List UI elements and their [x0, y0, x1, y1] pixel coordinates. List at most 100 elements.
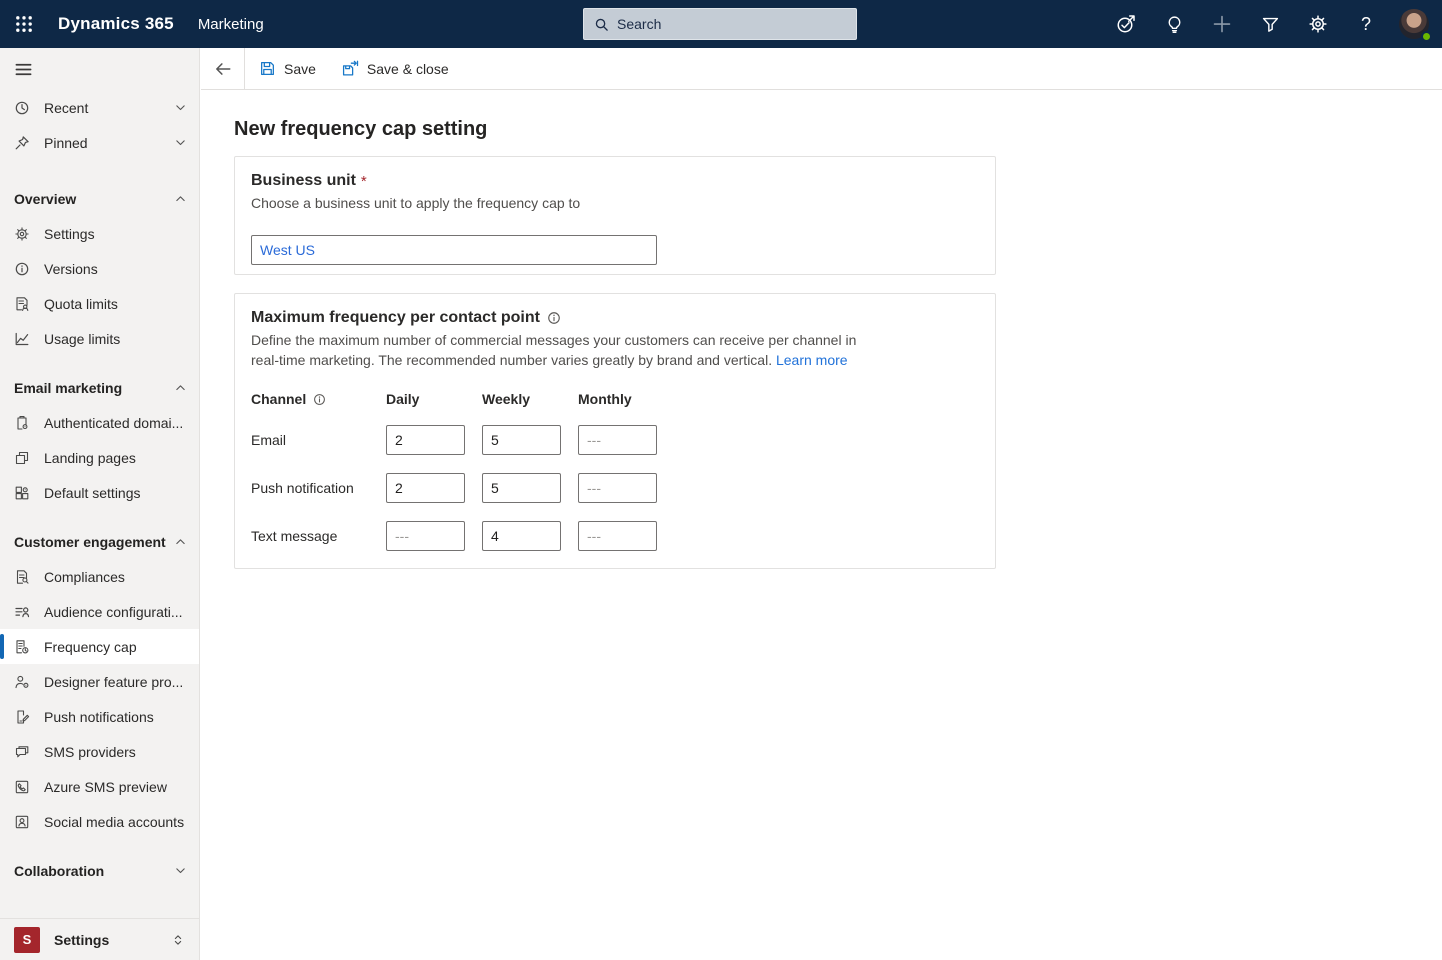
chevron-down-icon	[174, 864, 187, 877]
settings-gear-icon[interactable]	[1294, 0, 1342, 48]
sidebar-section-overview[interactable]: Overview	[0, 181, 199, 216]
chevron-up-icon	[174, 535, 187, 548]
up-down-chevrons-icon	[171, 933, 185, 947]
sidebar-item-designer-feature-protection[interactable]: Designer feature pro...	[0, 664, 199, 699]
sidebar-item-label: Recent	[44, 100, 174, 116]
area-label: Settings	[54, 932, 171, 948]
area-switcher[interactable]: S Settings	[0, 918, 199, 960]
frequency-cap-icon	[14, 639, 30, 655]
sidebar-item-pinned[interactable]: Pinned	[0, 125, 199, 160]
help-icon[interactable]: ?	[1342, 0, 1390, 48]
person-card-icon	[14, 814, 30, 830]
clock-icon	[14, 100, 30, 116]
frequency-cap-title: Maximum frequency per contact point	[251, 309, 540, 327]
business-unit-description: Choose a business unit to apply the freq…	[251, 194, 859, 214]
sidebar-item-versions[interactable]: Versions	[0, 251, 199, 286]
email-daily-input[interactable]	[386, 425, 465, 455]
sidebar-item-compliances[interactable]: Compliances	[0, 559, 199, 594]
sidebar-item-sms-providers[interactable]: SMS providers	[0, 734, 199, 769]
search-input[interactable]	[617, 16, 837, 32]
add-icon[interactable]	[1198, 0, 1246, 48]
save-close-label: Save & close	[367, 61, 449, 77]
sidebar-item-usage-limits[interactable]: Usage limits	[0, 321, 199, 356]
sidebar-section-email-marketing[interactable]: Email marketing	[0, 370, 199, 405]
sidebar-item-quota-limits[interactable]: Quota limits	[0, 286, 199, 321]
person-gear-icon	[14, 674, 30, 690]
email-monthly-input[interactable]	[578, 425, 657, 455]
table-row-email: Email	[251, 425, 979, 455]
sidebar-item-azure-sms-preview[interactable]: Azure SMS preview	[0, 769, 199, 804]
site-map-sidebar: Recent Pinned Overview Sett	[0, 48, 200, 960]
main-content: Save Save & close New frequency cap sett…	[201, 48, 1442, 960]
launch-icon[interactable]	[1102, 0, 1150, 48]
push-monthly-input[interactable]	[578, 473, 657, 503]
column-channel: Channel	[251, 391, 306, 407]
sidebar-section-customer-engagement[interactable]: Customer engagement	[0, 524, 199, 559]
chevron-up-icon	[174, 381, 187, 394]
account-avatar[interactable]	[1390, 0, 1438, 48]
save-and-close-button[interactable]: Save & close	[330, 48, 461, 90]
channel-label: Text message	[251, 528, 386, 544]
command-bar: Save Save & close	[201, 48, 1442, 90]
business-unit-lookup-input[interactable]	[251, 235, 657, 265]
sidebar-item-settings[interactable]: Settings	[0, 216, 199, 251]
pages-icon	[14, 450, 30, 466]
text-weekly-input[interactable]	[482, 521, 561, 551]
search-icon	[594, 17, 609, 32]
audience-icon	[14, 604, 30, 620]
frequency-cap-card: Maximum frequency per contact point Defi…	[234, 293, 996, 569]
required-asterisk: *	[361, 173, 367, 190]
sidebar-item-authenticated-domains[interactable]: Authenticated domai...	[0, 405, 199, 440]
gear-icon	[14, 226, 30, 242]
email-weekly-input[interactable]	[482, 425, 561, 455]
brand-title[interactable]: Dynamics 365	[58, 14, 174, 34]
app-launcher-icon[interactable]	[0, 0, 48, 48]
sidebar-section-collaboration[interactable]: Collaboration	[0, 853, 199, 888]
chat-bubble-icon	[14, 744, 30, 760]
sidebar-item-label: Pinned	[44, 135, 174, 151]
app-name[interactable]: Marketing	[198, 16, 264, 33]
column-weekly: Weekly	[482, 391, 578, 407]
chevron-up-icon	[174, 192, 187, 205]
column-monthly: Monthly	[578, 391, 674, 407]
lightbulb-icon[interactable]	[1150, 0, 1198, 48]
column-daily: Daily	[386, 391, 482, 407]
filter-icon[interactable]	[1246, 0, 1294, 48]
save-label: Save	[284, 61, 316, 77]
chevron-down-icon[interactable]	[174, 136, 187, 149]
phone-edit-icon	[14, 709, 30, 725]
back-arrow-icon	[214, 60, 232, 78]
back-button[interactable]	[201, 48, 245, 90]
push-daily-input[interactable]	[386, 473, 465, 503]
sidebar-item-audience-configuration[interactable]: Audience configurati...	[0, 594, 199, 629]
global-search[interactable]	[583, 8, 857, 40]
dynamics-365-marketing-app: Dynamics 365 Marketing	[0, 0, 1442, 960]
sidebar-item-social-media-accounts[interactable]: Social media accounts	[0, 804, 199, 839]
presence-available-badge	[1421, 31, 1432, 42]
collapse-sidebar-button[interactable]	[0, 48, 48, 90]
top-bar-actions: ?	[1102, 0, 1438, 48]
learn-more-link[interactable]: Learn more	[776, 352, 848, 368]
sidebar-item-push-notifications[interactable]: Push notifications	[0, 699, 199, 734]
top-navigation-bar: Dynamics 365 Marketing	[0, 0, 1442, 48]
sidebar-item-landing-pages[interactable]: Landing pages	[0, 440, 199, 475]
info-icon[interactable]	[547, 311, 561, 325]
text-monthly-input[interactable]	[578, 521, 657, 551]
info-icon[interactable]	[313, 393, 326, 406]
usage-chart-icon	[14, 331, 30, 347]
area-badge: S	[14, 927, 40, 953]
chevron-down-icon[interactable]	[174, 101, 187, 114]
business-unit-card: Business unit * Choose a business unit t…	[234, 156, 996, 275]
table-row-text-message: Text message	[251, 521, 979, 551]
text-daily-input[interactable]	[386, 521, 465, 551]
save-button[interactable]: Save	[247, 48, 328, 90]
frequency-table-header: Channel Daily Weekly Monthly	[251, 391, 979, 407]
push-weekly-input[interactable]	[482, 473, 561, 503]
layout-gear-icon	[14, 485, 30, 501]
sidebar-item-recent[interactable]: Recent	[0, 90, 199, 125]
sidebar-scroll-area[interactable]: Recent Pinned Overview Sett	[0, 48, 199, 918]
sidebar-item-frequency-cap[interactable]: Frequency cap	[0, 629, 199, 664]
hamburger-icon	[14, 60, 33, 79]
sidebar-item-default-settings[interactable]: Default settings	[0, 475, 199, 510]
document-search-icon	[14, 569, 30, 585]
